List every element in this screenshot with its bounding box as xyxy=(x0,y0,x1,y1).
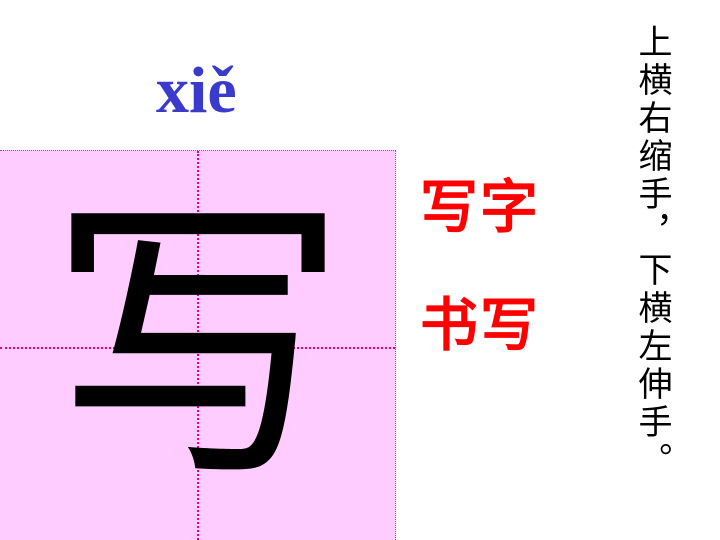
large-character: 写 xyxy=(48,171,348,520)
pinyin-label: xiě xyxy=(156,54,237,127)
example-word-1: 写字 xyxy=(420,173,541,241)
example-word-2: 书写 xyxy=(420,291,541,359)
character-practice-grid: 写 xyxy=(0,150,396,540)
slide: 上横右缩手，下横左伸手。 xiě 写 写字 书写 xyxy=(0,0,720,540)
